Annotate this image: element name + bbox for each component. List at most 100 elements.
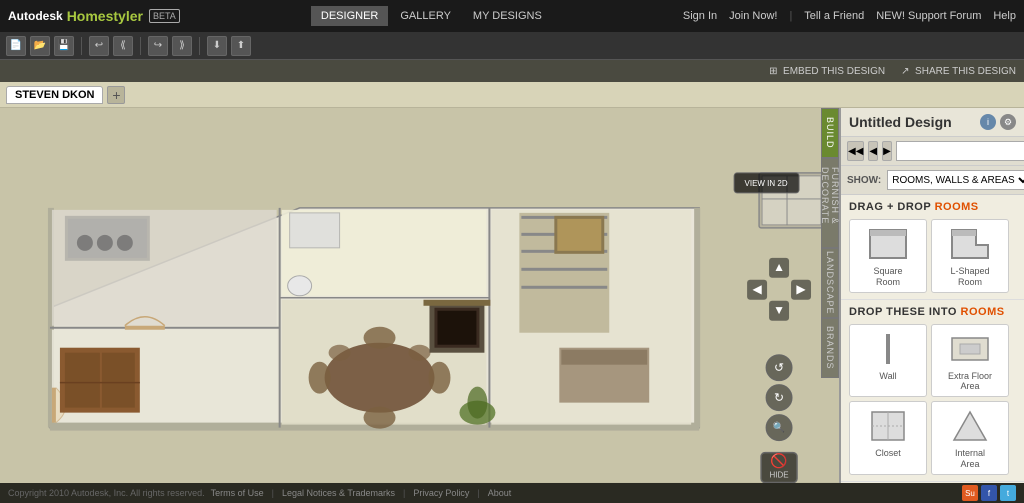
drag-drop-rooms-section: DRAG + DROP ROOMS SquareRoom <box>841 195 1024 300</box>
toolbar-separator-1 <box>81 37 82 55</box>
rooms-highlight: ROOMS <box>935 201 979 213</box>
embed-design-link[interactable]: ⊞ EMBED THIS DESIGN <box>769 66 885 77</box>
user-name-label: STEVEN DKON <box>15 89 94 101</box>
svg-text:◀: ◀ <box>752 282 762 296</box>
footer-sep1: | <box>272 488 274 498</box>
logo-area: Autodesk Homestyler BETA <box>8 8 180 24</box>
svg-text:VIEW IN 2D: VIEW IN 2D <box>745 179 788 188</box>
wall-item[interactable]: Wall <box>849 324 927 398</box>
top-right-links: Sign In Join Now! | Tell a Friend NEW! S… <box>683 10 1016 22</box>
undo-left-button[interactable]: ◀◀ <box>847 141 864 161</box>
add-tab-button[interactable]: + <box>107 86 125 104</box>
stumbleupon-icon[interactable]: Su <box>962 485 978 501</box>
join-now-link[interactable]: Join Now! <box>729 10 777 22</box>
about-link[interactable]: About <box>488 488 512 498</box>
support-forum-link[interactable]: NEW! Support Forum <box>876 10 981 22</box>
svg-text:🔍: 🔍 <box>773 421 785 434</box>
homestyler-logo: Homestyler <box>67 8 143 24</box>
redo-button-panel[interactable]: ▶ <box>882 141 892 161</box>
privacy-link[interactable]: Privacy Policy <box>413 488 469 498</box>
tell-friend-link[interactable]: Tell a Friend <box>804 10 864 22</box>
drop-into-rooms-section: DROP THESE INTO ROOMS Wall <box>841 300 1024 482</box>
share-design-link[interactable]: ↗ SHARE THIS DESIGN <box>901 66 1016 77</box>
right-panel: Untitled Design i ⚙ ◀◀ ◀ ▶ 🔍 SHOW: ROOMS… <box>839 108 1024 483</box>
embed-label[interactable]: EMBED THIS DESIGN <box>783 66 885 77</box>
help-link[interactable]: Help <box>993 10 1016 22</box>
redo-button[interactable]: ↪ <box>148 36 168 56</box>
legal-link[interactable]: Legal Notices & Trademarks <box>282 488 395 498</box>
share-button[interactable]: ⬇ <box>207 36 227 56</box>
nav-designer[interactable]: DESIGNER <box>311 6 388 26</box>
facebook-icon[interactable]: f <box>981 485 997 501</box>
main-area: VIEW IN 2D ▲ ◀ ▶ ▼ ↺ ↻ 🔍 🚫 HIDE <box>0 108 1024 483</box>
build-tab[interactable]: BUILD <box>821 108 839 158</box>
extra-floor-item[interactable]: Extra FloorArea <box>931 324 1009 398</box>
show-select[interactable]: ROOMS, WALLS & AREAS ALL FURNITURE ONLY <box>887 170 1024 190</box>
nav-gallery[interactable]: GALLERY <box>390 6 461 26</box>
drop-into-rooms-title: DROP THESE INTO ROOMS <box>849 306 1016 318</box>
drag-drop-rooms-title: DRAG + DROP ROOMS <box>849 201 1016 213</box>
svg-text:▶: ▶ <box>796 282 806 296</box>
brands-tab[interactable]: BRANDS <box>821 318 839 378</box>
panel-header-icons: i ⚙ <box>980 114 1016 130</box>
beta-badge: BETA <box>149 9 180 23</box>
canvas-area[interactable]: VIEW IN 2D ▲ ◀ ▶ ▼ ↺ ↻ 🔍 🚫 HIDE <box>0 108 839 483</box>
open-button[interactable]: 📂 <box>30 36 50 56</box>
undo-button[interactable]: ◀ <box>868 141 878 161</box>
wall-icon <box>863 329 913 369</box>
furnish-decorate-tab[interactable]: FURNISH & DECORATE <box>821 158 839 248</box>
settings-icon[interactable]: ⚙ <box>1000 114 1016 130</box>
share-icon: ↗ <box>901 66 909 77</box>
show-row: SHOW: ROOMS, WALLS & AREAS ALL FURNITURE… <box>841 166 1024 195</box>
closet-item[interactable]: Closet <box>849 401 927 475</box>
side-tabs: BUILD FURNISH & DECORATE LANDSCAPE BRAND… <box>821 108 839 378</box>
user-tab-bar: STEVEN DKON + <box>0 82 1024 108</box>
footer-links: Terms of Use | Legal Notices & Trademark… <box>211 488 512 498</box>
panel-search-bar: ◀◀ ◀ ▶ 🔍 <box>841 137 1024 166</box>
svg-text:▲: ▲ <box>773 260 785 274</box>
embed-icon: ⊞ <box>769 66 777 77</box>
landscape-tab[interactable]: LANDSCAPE <box>821 248 839 318</box>
l-shaped-room-item[interactable]: L-ShapedRoom <box>931 219 1009 293</box>
drag-drop-rooms-grid: SquareRoom L-ShapedRoom <box>849 219 1016 293</box>
extra-floor-label: Extra FloorArea <box>948 371 992 393</box>
save-button[interactable]: 💾 <box>54 36 74 56</box>
drop-into-rooms-grid: Wall Extra FloorArea <box>849 324 1016 475</box>
toolbar-separator-3 <box>199 37 200 55</box>
svg-text:▼: ▼ <box>773 303 785 317</box>
search-input[interactable] <box>896 141 1024 161</box>
svg-text:HIDE: HIDE <box>770 471 789 480</box>
square-room-icon <box>863 224 913 264</box>
twitter-icon[interactable]: t <box>1000 485 1016 501</box>
sign-in-link[interactable]: Sign In <box>683 10 717 22</box>
embed-bar: ⊞ EMBED THIS DESIGN ↗ SHARE THIS DESIGN <box>0 60 1024 82</box>
svg-text:🚫: 🚫 <box>770 453 787 470</box>
closet-label: Closet <box>875 448 901 459</box>
redo2-button[interactable]: ⟫ <box>172 36 192 56</box>
rooms-highlight2: ROOMS <box>961 306 1005 318</box>
autodesk-logo: Autodesk <box>8 9 63 23</box>
share-label[interactable]: SHARE THIS DESIGN <box>915 66 1016 77</box>
info-icon[interactable]: i <box>980 114 996 130</box>
closet-icon <box>863 406 913 446</box>
l-shaped-room-label: L-ShapedRoom <box>950 266 989 288</box>
footer-sep2: | <box>403 488 405 498</box>
internal-area-item[interactable]: InternalArea <box>931 401 1009 475</box>
search-controls: ◀◀ ◀ ▶ 🔍 <box>847 141 1018 161</box>
top-navigation: Autodesk Homestyler BETA DESIGNER GALLER… <box>0 0 1024 32</box>
user-tab[interactable]: STEVEN DKON <box>6 86 103 104</box>
footer-social: Su f t <box>962 485 1016 501</box>
undo-button[interactable]: ↩ <box>89 36 109 56</box>
panel-header: Untitled Design i ⚙ <box>841 108 1024 137</box>
undo2-button[interactable]: ⟪ <box>113 36 133 56</box>
export-button[interactable]: ⬆ <box>231 36 251 56</box>
footer: Copyright 2010 Autodesk, Inc. All rights… <box>0 483 1024 503</box>
new-button[interactable]: 📄 <box>6 36 26 56</box>
nav-my-designs[interactable]: MY DESIGNS <box>463 6 552 26</box>
terms-link[interactable]: Terms of Use <box>211 488 264 498</box>
internal-area-label: InternalArea <box>955 448 985 470</box>
svg-text:↻: ↻ <box>774 391 784 405</box>
l-shaped-room-icon <box>945 224 995 264</box>
toolbar-separator-2 <box>140 37 141 55</box>
square-room-item[interactable]: SquareRoom <box>849 219 927 293</box>
